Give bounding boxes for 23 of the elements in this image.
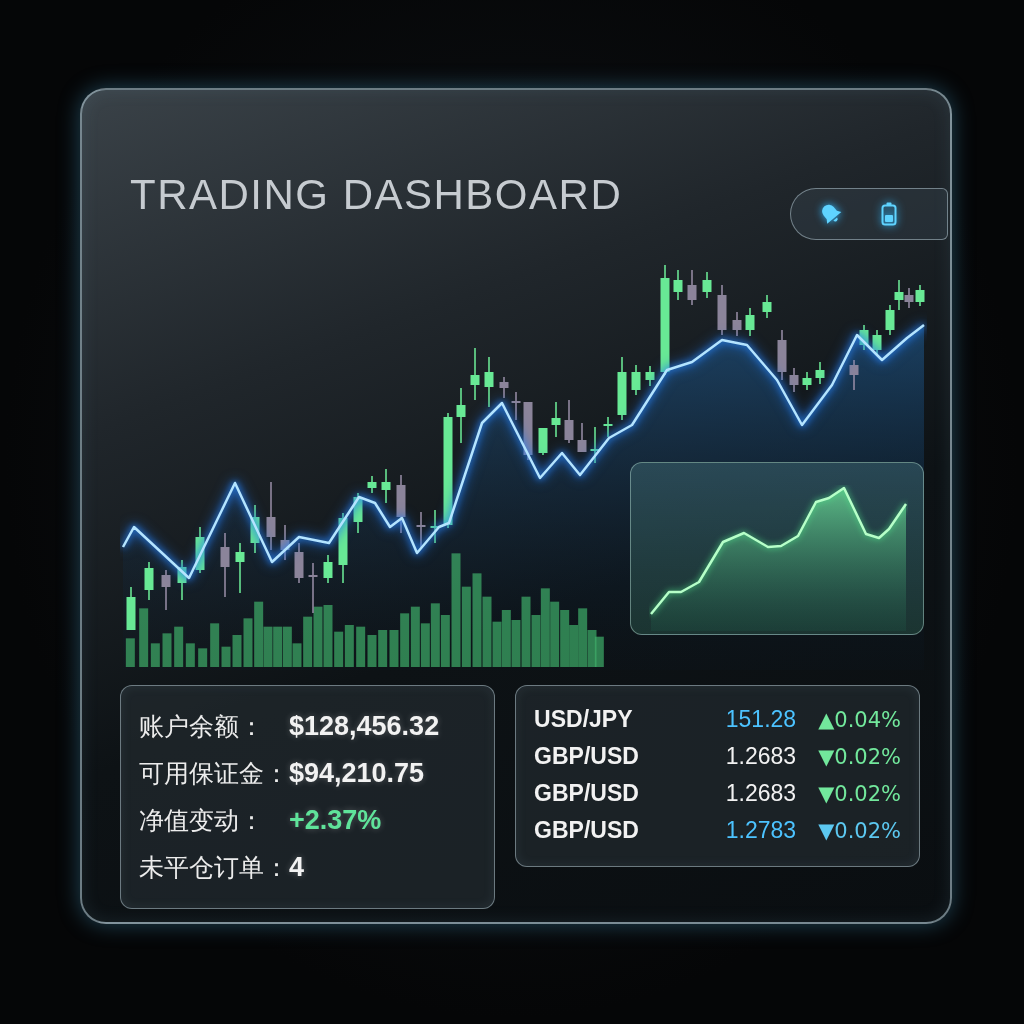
dashboard-title: TRADING DASHBOARD: [130, 171, 623, 219]
price-change: ▼0.02%: [818, 782, 901, 806]
field-label: 账户余额：: [139, 711, 265, 742]
price-change: ▼0.02%: [818, 745, 901, 769]
quote-price: 151.28: [725, 706, 797, 733]
currency-pair: GBP/USD: [534, 780, 640, 807]
field-value: $128,456.32: [289, 711, 440, 742]
currency-pair: GBP/USD: [534, 817, 640, 844]
field-value: $94,210.75: [289, 758, 426, 789]
quote-price: 1.2683: [725, 743, 797, 770]
currency-pair: GBP/USD: [534, 743, 640, 770]
field-label: 可用保证金：: [139, 758, 289, 789]
field-label: 未平仓订单：: [139, 852, 289, 883]
field-label: 净值变动：: [139, 805, 265, 836]
price-change: ▲0.04%: [818, 708, 901, 732]
bell-icon[interactable]: [819, 202, 843, 226]
battery-icon[interactable]: [881, 202, 897, 226]
field-value: +2.37%: [289, 805, 383, 836]
currency-pair: USD/JPY: [534, 706, 634, 733]
quote-price: 1.2783: [725, 817, 797, 844]
price-change: ▼0.02%: [818, 819, 901, 843]
quote-price: 1.2683: [725, 780, 797, 807]
field-value: 4: [289, 852, 306, 883]
